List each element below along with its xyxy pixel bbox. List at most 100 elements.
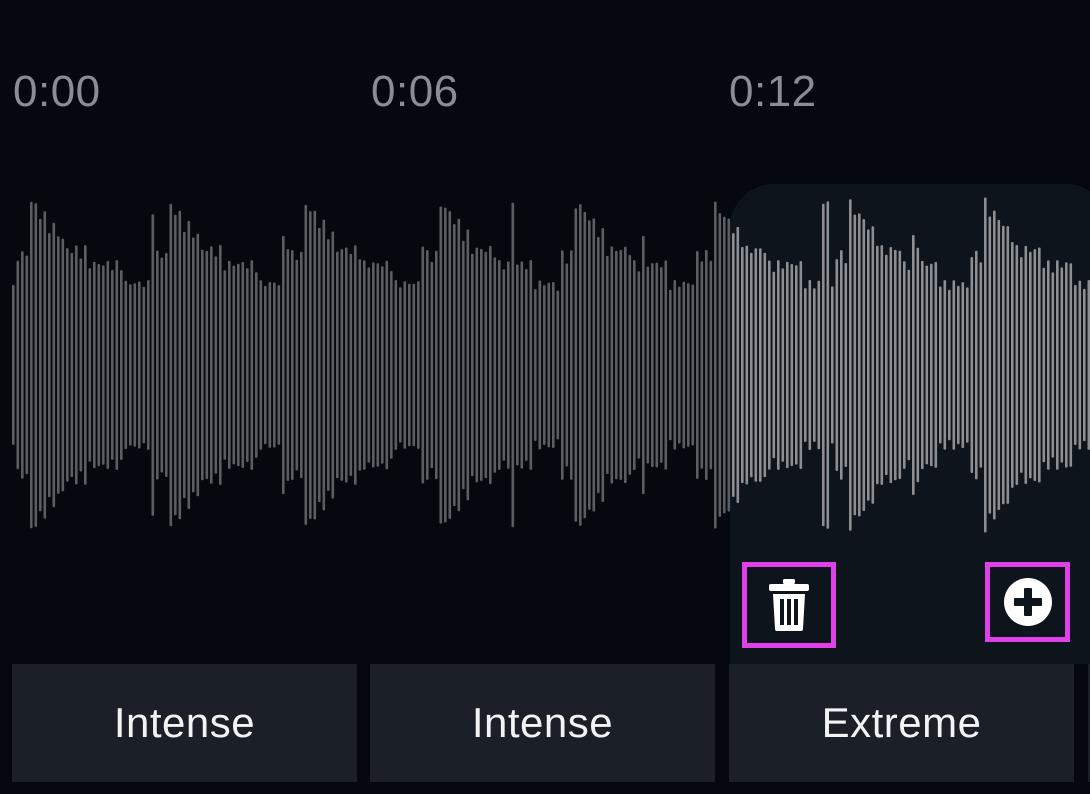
intensity-segment[interactable]: Intense [370,664,715,782]
waveform-bar [619,249,623,480]
waveform-bar [259,280,263,450]
waveform-bar [111,270,114,460]
waveform-bar [633,260,636,470]
waveform-bar [916,247,920,483]
waveform-bar [1083,288,1086,442]
waveform-bar [565,263,569,467]
waveform-bar [358,259,362,471]
waveform-bar [1069,263,1073,467]
waveform-bar [187,220,191,509]
waveform-bar [1078,280,1082,450]
waveform-bar [403,281,407,449]
waveform-bar [921,260,924,470]
waveform-bar [1006,226,1010,504]
waveform-bar [691,284,695,446]
waveform-bar [655,262,659,468]
waveform-bar [88,268,92,462]
waveform-bar [237,263,240,467]
waveform-bar [61,238,65,492]
waveform-bar [628,255,632,475]
waveform-bar [457,218,461,512]
waveform-bar [642,235,645,495]
waveform-bar [520,261,524,469]
waveform-bar [106,261,110,469]
waveform-bar [592,218,596,512]
waveform-bar [246,268,249,462]
waveform-bar [862,219,866,511]
waveform-bar [736,226,740,503]
waveform-bar [925,265,929,465]
intensity-segment[interactable]: Intense [12,664,357,782]
timestamp-label: 0:06 [371,67,459,116]
waveform-bar [574,208,578,522]
waveform-bar [52,222,56,508]
waveform-bar [502,269,506,461]
waveform-bar [867,229,870,501]
plus-circle-icon [1003,578,1052,626]
waveform-bar [853,214,857,516]
waveform-bar [952,280,956,450]
waveform-bar [367,267,371,463]
waveform-bar [907,269,911,461]
waveform-bar [430,261,434,469]
intensity-segment[interactable]: Extreme [729,664,1074,782]
waveform-bar [165,253,168,477]
waveform-bar [768,260,771,470]
waveform-bar [30,201,33,529]
waveform-bar [1029,251,1032,479]
waveform-bar [583,211,587,519]
waveform-bar [466,229,470,501]
waveform-bar [295,259,299,471]
waveform-bar [349,253,353,476]
waveform-bar [988,216,992,514]
waveform-bar [930,263,933,467]
waveform-bar [57,236,60,494]
waveform-bar [201,249,204,481]
waveform-bar [12,285,15,445]
waveform-bar [498,260,501,470]
waveform-bar [120,270,123,460]
waveform-bar [705,250,708,480]
add-segment-button[interactable] [985,562,1070,642]
intensity-segment-bar: Intense Intense Extreme [12,664,1090,782]
waveform-bar [889,247,893,484]
waveform-bar [975,250,978,480]
waveform-bar [412,283,416,447]
waveform-bar [552,282,555,448]
waveform-bar [39,218,42,512]
waveform-bar [124,280,128,450]
waveform-bar [804,288,807,442]
delete-segment-button[interactable] [742,562,836,648]
waveform-bar [160,257,164,473]
waveform-bar [214,256,218,474]
waveform-bar [156,250,159,480]
waveform-bar [808,280,812,450]
waveform-bar [142,286,146,444]
waveform-bar [448,211,452,519]
waveform-bar [606,255,609,474]
waveform-bar [205,250,209,480]
waveform-bar [516,264,519,466]
waveform-bar [894,249,897,481]
waveform-bar [759,248,762,482]
waveform-bar [664,260,668,470]
waveform-bar [340,249,344,481]
waveform-bar [772,271,776,459]
waveform-bar [880,245,884,485]
waveform-bar [984,197,987,533]
waveform-bar [813,288,816,442]
waveform-bar [313,210,317,520]
waveform-bar [1015,245,1019,485]
waveform-bar [615,250,618,480]
waveform-bar [151,214,155,516]
audio-waveform[interactable] [0,180,1090,540]
waveform-bar [745,245,749,485]
waveform-bar [961,282,965,448]
waveform-bar [291,250,294,480]
waveform-bar [529,260,533,470]
waveform-bar [169,203,173,527]
waveform-bar [327,239,330,491]
waveform-bar [885,254,888,476]
waveform-bar [435,250,438,480]
waveform-bar [831,286,834,444]
